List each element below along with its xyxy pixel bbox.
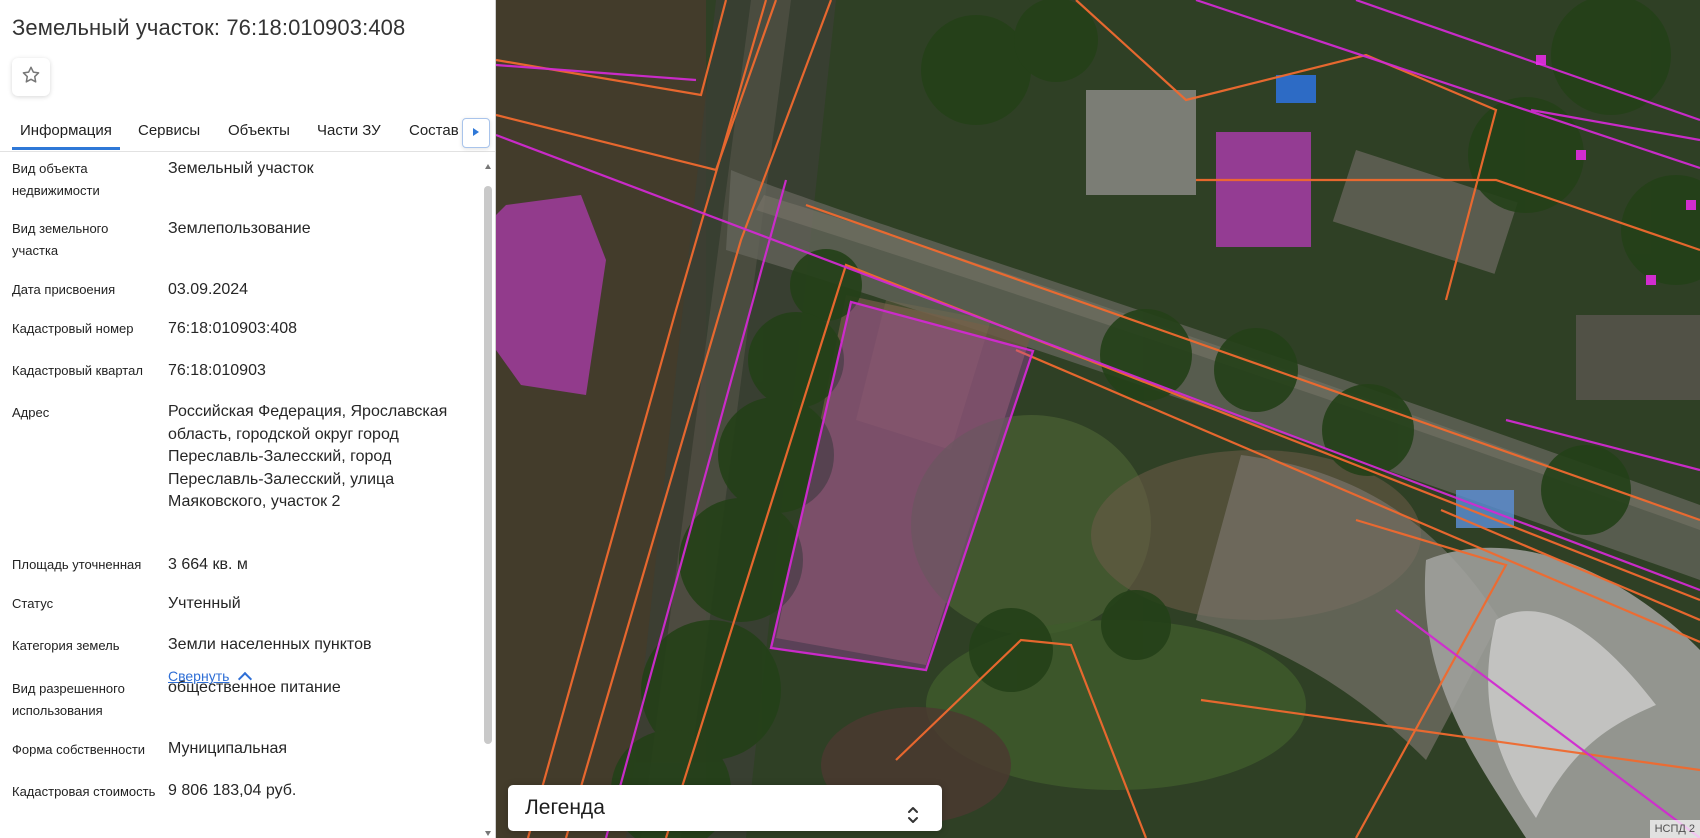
field-label-cadastral-quarter: Кадастровый квартал xyxy=(12,363,143,378)
star-outline-icon xyxy=(21,65,41,90)
up-down-chevron-icon xyxy=(906,797,920,823)
map-canvas xyxy=(496,0,1700,838)
field-label-object-type: Вид объекта недвижимости xyxy=(12,161,100,198)
field-value-cadastral-quarter: 76:18:010903 xyxy=(168,362,266,379)
field-value-status: Учтенный xyxy=(168,595,241,612)
info-list[interactable]: Вид объекта недвижимости Земельный участ… xyxy=(0,153,495,838)
satellite-map[interactable]: НСПД 2 xyxy=(496,0,1700,838)
info-scrollbar[interactable] xyxy=(482,153,494,838)
tab-information[interactable]: Информация xyxy=(12,108,120,151)
tab-composition[interactable]: Состав xyxy=(409,108,459,151)
tab-services[interactable]: Сервисы xyxy=(138,108,200,151)
field-value-land-type: Землепользование xyxy=(168,220,311,237)
field-value-cadastral-number: 76:18:010903:408 xyxy=(168,320,298,337)
field-value-object-type: Земельный участок xyxy=(168,160,314,177)
page-title: Земельный участок: 76:18:010903:408 xyxy=(12,15,406,40)
tabs-next-button[interactable] xyxy=(462,118,490,148)
legend-dropdown[interactable]: Легенда xyxy=(508,785,942,831)
field-value-permitted-use: общественное питание xyxy=(168,679,341,696)
scroll-up-icon[interactable] xyxy=(484,158,492,169)
field-label-cadastral-value: Кадастровая стоимость xyxy=(12,784,156,799)
field-label-assignment-date: Дата присвоения xyxy=(12,282,116,297)
object-info-panel: Земельный участок: 76:18:010903:408 Инфо… xyxy=(0,0,496,838)
field-label-status: Статус xyxy=(12,596,54,611)
scroll-thumb[interactable] xyxy=(484,186,492,744)
field-label-ownership: Форма собственности xyxy=(12,742,146,757)
field-label-cadastral-number: Кадастровый номер xyxy=(12,321,134,336)
field-label-land-type: Вид земельного участка xyxy=(12,221,109,258)
map-attribution: НСПД 2 xyxy=(1649,820,1700,838)
field-value-address: Российская Федерация, Ярославская област… xyxy=(168,403,448,510)
info-tabs: Информация Сервисы Объекты Части ЗУ Сост… xyxy=(0,108,495,152)
field-value-land-category: Земли населенных пунктов xyxy=(168,636,372,653)
scroll-down-icon[interactable] xyxy=(484,824,492,836)
triangle-right-icon xyxy=(472,124,480,142)
cadastral-map-app: Земельный участок: 76:18:010903:408 Инфо… xyxy=(0,0,1700,838)
field-label-permitted-use: Вид разрешенного использования xyxy=(12,681,125,718)
field-value-assignment-date: 03.09.2024 xyxy=(168,281,249,298)
field-label-land-category: Категория земель xyxy=(12,638,120,653)
field-value-area: 3 664 кв. м xyxy=(168,556,248,573)
favorite-button[interactable] xyxy=(12,58,50,96)
tab-objects[interactable]: Объекты xyxy=(228,108,290,151)
field-value-cadastral-value: 9 806 183,04 руб. xyxy=(168,782,297,799)
tab-land-parts[interactable]: Части ЗУ xyxy=(317,108,381,151)
field-label-address: Адрес xyxy=(12,405,50,420)
legend-label: Легенда xyxy=(525,796,605,819)
field-label-area: Площадь уточненная xyxy=(12,557,142,572)
field-value-ownership: Муниципальная xyxy=(168,740,288,757)
